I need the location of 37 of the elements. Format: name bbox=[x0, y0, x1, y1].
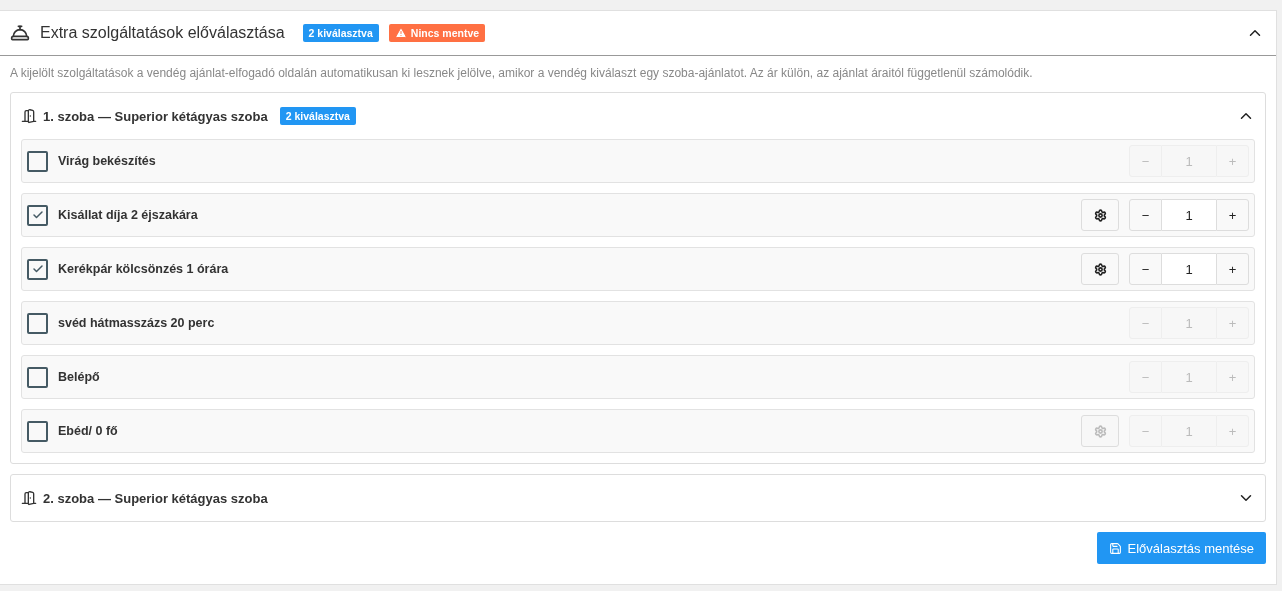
service-name: Kerékpár kölcsönzés 1 órára bbox=[58, 262, 229, 276]
settings-icon bbox=[1093, 208, 1107, 222]
checkbox[interactable] bbox=[27, 420, 48, 442]
room-title[interactable]: 2. szoba — Superior kétágyas szoba bbox=[43, 490, 268, 506]
service-name: Belépő bbox=[58, 370, 100, 384]
bell-icon bbox=[10, 23, 30, 43]
count-badge: 2 kiválasztva bbox=[279, 107, 356, 125]
panel-title: Extra szolgáltatások előválasztása bbox=[40, 24, 285, 42]
service-name: Ebéd/ 0 fő bbox=[58, 424, 118, 438]
settings-button[interactable] bbox=[1081, 253, 1119, 285]
save-icon bbox=[1108, 541, 1122, 555]
checkbox[interactable] bbox=[27, 150, 48, 172]
quantity-field[interactable]: 1 bbox=[1162, 199, 1216, 231]
service-name: Virág bekészítés bbox=[58, 154, 156, 168]
checkbox[interactable] bbox=[27, 366, 48, 388]
settings-icon bbox=[1093, 424, 1107, 438]
checkbox[interactable] bbox=[27, 258, 48, 280]
door-icon bbox=[21, 490, 37, 506]
plus-button[interactable]: + bbox=[1216, 253, 1249, 285]
description: A kijelölt szolgáltatások a vendég ajánlat-elfogadó oldalán automatikusan ki lesznek jelölve, amikor a vendég kiválaszt egy szoba-ajánlatot. Az ár külön, az ajánlat áraitól függetlenül számolódik. bbox=[10, 66, 1034, 80]
warning-badge: Nincs mentve bbox=[388, 24, 486, 42]
room-title[interactable]: 1. szoba — Superior kétágyas szoba bbox=[43, 108, 268, 124]
settings-button[interactable] bbox=[1081, 199, 1119, 231]
check-icon bbox=[31, 209, 44, 221]
check-icon bbox=[31, 263, 44, 275]
checkbox[interactable] bbox=[27, 204, 48, 226]
minus-button[interactable]: − bbox=[1129, 199, 1162, 231]
checkbox[interactable] bbox=[27, 312, 48, 334]
quantity-field[interactable]: 1 bbox=[1162, 253, 1216, 285]
service-name: Kisállat díja 2 éjszakára bbox=[58, 208, 198, 222]
count-badge: 2 kiválasztva bbox=[302, 24, 379, 42]
minus-button[interactable]: − bbox=[1129, 253, 1162, 285]
settings-icon bbox=[1093, 262, 1107, 276]
service-name: svéd hátmasszázs 20 perc bbox=[58, 316, 215, 330]
plus-button[interactable]: + bbox=[1216, 199, 1249, 231]
save-button[interactable]: Előválasztás mentése bbox=[1096, 532, 1266, 564]
door-icon bbox=[21, 108, 37, 124]
